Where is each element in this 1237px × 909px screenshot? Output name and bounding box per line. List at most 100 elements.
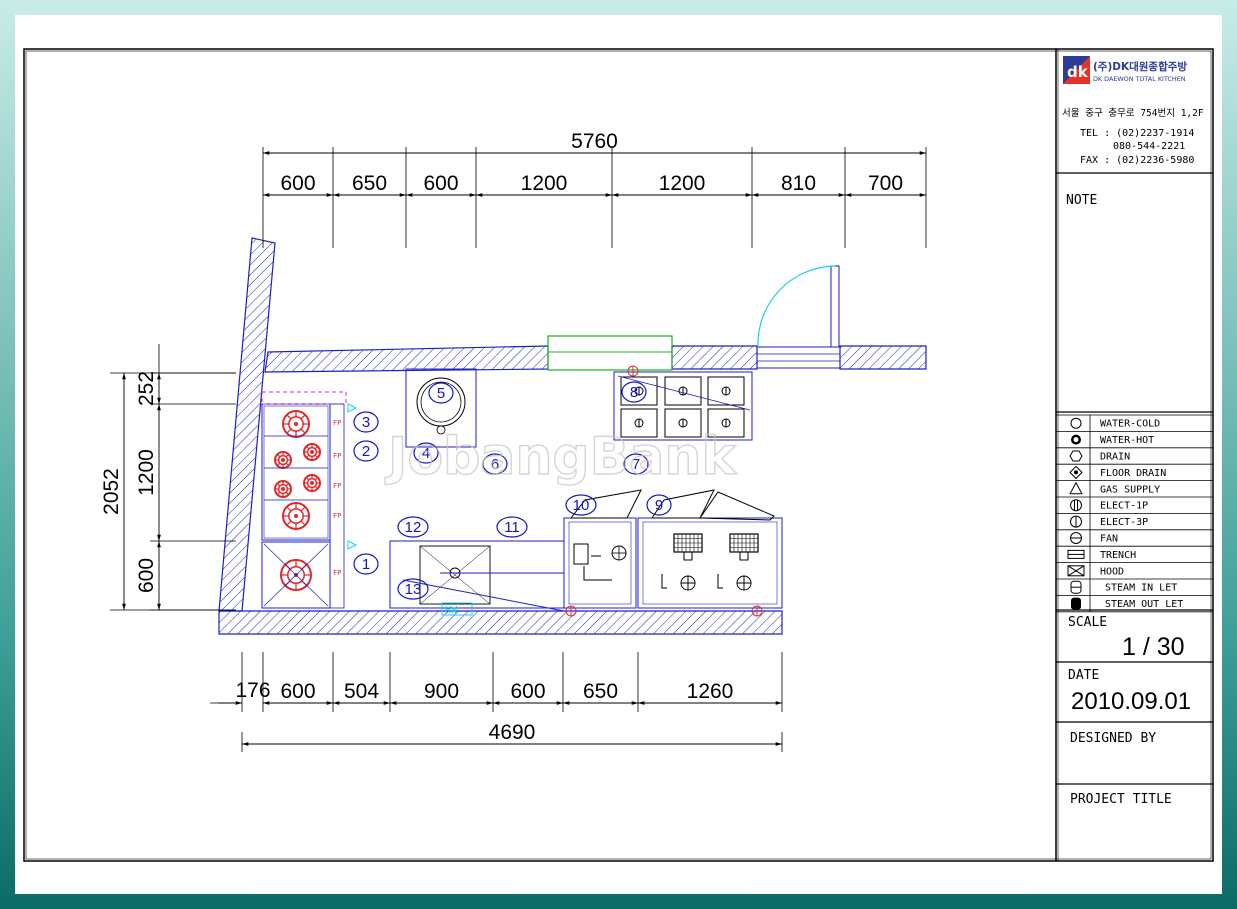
dimension-label: 1260 [687, 680, 734, 703]
dimension-label: 4690 [489, 721, 536, 744]
date-label: DATE [1068, 668, 1099, 683]
dimension: 1200 [135, 404, 161, 541]
equipment-number: 12 [397, 516, 429, 538]
legend-table: WATER-COLD WATER-HOT DRAIN FLOOR DRAIN GAS S… [1056, 414, 1213, 613]
burner [282, 410, 310, 438]
svg-text:FP: FP [333, 569, 341, 577]
dimension: 650 [333, 172, 406, 197]
burner [274, 451, 292, 469]
dimension-label: 900 [424, 680, 459, 703]
dimension-label: 600 [510, 680, 545, 703]
equipment-number-label: 1 [362, 556, 370, 573]
legend-row: FAN [1056, 529, 1213, 547]
company-name-ko: (주)DK대원종합주방 [1093, 60, 1187, 73]
equipment-number: 9 [646, 494, 672, 516]
note-label: NOTE [1066, 193, 1097, 208]
trench-icon [1067, 549, 1085, 559]
dimension: 504 [333, 680, 390, 705]
dimension-label: 2052 [100, 468, 123, 515]
legend-row: STEAM OUT LET [1056, 595, 1213, 612]
title-block: dk (주)DK대원종합주방 DK DAEWON TOTAL KITCHEN 서… [1055, 49, 1213, 861]
dimension-label: 600 [280, 172, 315, 195]
scale-value: 1 / 30 [1122, 633, 1185, 661]
floor-drain-icon [1069, 465, 1083, 480]
equipment-number: 11 [496, 516, 528, 538]
company-address: 서울 중구 충무로 754번지 1,2F [1062, 108, 1204, 119]
equipment-number-label: 10 [573, 497, 590, 514]
dimension: 600 [263, 680, 333, 705]
legend-row: WATER-HOT [1056, 430, 1213, 448]
elect-1p-icon [1070, 499, 1082, 512]
legend-label: WATER-COLD [1100, 419, 1160, 430]
equipment-number-label: 11 [504, 519, 520, 536]
svg-text:FP: FP [333, 452, 341, 460]
equipment-number: 3 [353, 411, 379, 433]
burner [282, 502, 310, 530]
company-fax: FAX : (02)2236-5980 [1080, 155, 1194, 166]
dimension-label: 252 [135, 371, 158, 406]
company-logo: dk (주)DK대원종합주방 DK DAEWON TOTAL KITCHEN [1063, 56, 1187, 84]
legend-row: GAS SUPPLY [1056, 480, 1213, 497]
fan-icon [1070, 532, 1082, 544]
equipment-numbers: 123456 78910111213 [353, 381, 672, 600]
elect-3p-icon [1070, 515, 1082, 528]
equipment-number: 10 [565, 494, 597, 516]
legend-label: FAN [1100, 534, 1118, 545]
dimension: 4690 [242, 721, 782, 746]
steam-outlet-icon [1071, 597, 1081, 610]
svg-text:FP: FP [333, 419, 341, 427]
drawing-frame: dk (주)DK대원종합주방 DK DAEWON TOTAL KITCHEN 서… [15, 15, 1222, 894]
legend-label: WATER-HOT [1100, 435, 1154, 446]
gas-supply-icon [1069, 481, 1083, 495]
dimension-label: 600 [280, 680, 315, 703]
legend-label: TRENCH [1100, 550, 1136, 561]
equipment-number-label: 8 [630, 384, 638, 401]
dimension: 600 [263, 172, 333, 197]
svg-text:FP: FP [333, 482, 341, 490]
dimension: 700 [845, 172, 926, 197]
scale-label: SCALE [1068, 615, 1107, 630]
dimension: 2052 [100, 373, 126, 610]
dimension-label: 504 [344, 680, 379, 703]
svg-text:FP: FP [333, 512, 341, 520]
project-title-label: PROJECT TITLE [1070, 792, 1172, 807]
dimension: 1200 [612, 172, 752, 197]
dimension: 1260 [638, 680, 782, 705]
dimension: 650 [563, 680, 638, 705]
fryer-basket [661, 533, 703, 591]
dimension-label: 600 [135, 558, 158, 593]
dimension-label: 176 [235, 679, 270, 702]
equipment-number-label: 13 [405, 581, 422, 598]
equipment: FP FP FP FP FP HW [261, 365, 783, 617]
equipment-number: 5 [428, 382, 454, 404]
burner [303, 474, 321, 492]
legend-row: TRENCH [1056, 545, 1213, 563]
legend-row: FLOOR DRAIN [1056, 463, 1213, 481]
hot-plate [664, 376, 702, 406]
dimension-label: 5760 [571, 130, 618, 153]
equipment-number-label: 3 [362, 414, 370, 431]
legend-label: FLOOR DRAIN [1100, 468, 1166, 479]
cad-sheet: dk (주)DK대원종합주방 DK DAEWON TOTAL KITCHEN 서… [23, 48, 1214, 862]
burner [303, 443, 321, 461]
dimension: 5760 [263, 130, 926, 155]
water-cold-icon [1070, 417, 1082, 429]
dimension: 900 [390, 680, 493, 705]
dimension: 600 [493, 680, 563, 705]
dimension: 1200 [476, 172, 612, 197]
hood-icon [1067, 565, 1085, 577]
legend-label: STEAM IN LET [1105, 583, 1177, 594]
equipment-number: 1 [353, 553, 379, 575]
company-name-en: DK DAEWON TOTAL KITCHEN [1093, 75, 1186, 83]
equipment-number-label: 2 [362, 443, 370, 460]
designed-by-label: DESIGNED BY [1070, 731, 1156, 746]
dimension-label: 700 [868, 172, 903, 195]
equipment-number-label: 5 [437, 385, 445, 402]
steam-inlet-icon [1070, 580, 1082, 594]
drain-icon [1069, 450, 1083, 462]
legend-row: DRAIN [1056, 447, 1213, 465]
equipment-number-label: 12 [405, 519, 422, 536]
equipment-number-label: 9 [655, 497, 663, 514]
dimension: 810 [752, 172, 845, 197]
svg-text:HW: HW [445, 605, 458, 616]
